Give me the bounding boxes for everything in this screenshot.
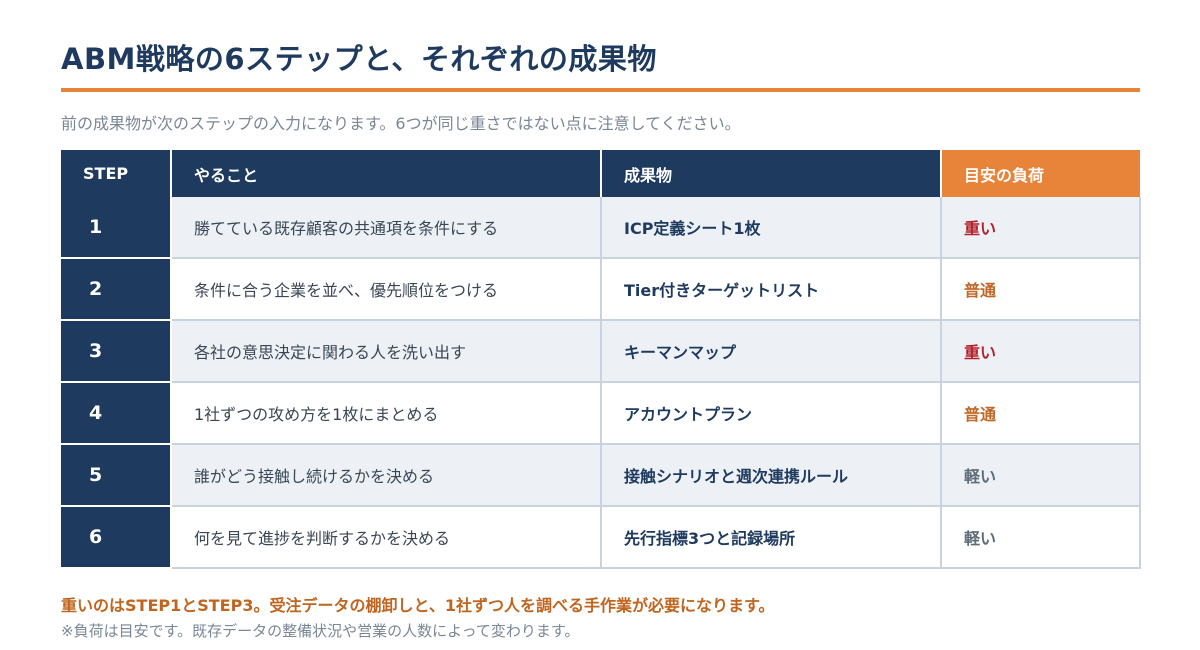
table-header-row: STEP やること 成果物 目安の負荷 [61, 150, 1140, 197]
step-load: 軽い [941, 444, 1141, 507]
step-output: 先行指標3つと記録場所 [601, 506, 942, 569]
step-task: 誰がどう接触し続けるかを決める [171, 444, 602, 507]
title-underline [61, 88, 1140, 92]
step-task: 勝てている既存顧客の共通項を条件にする [171, 197, 602, 259]
table-row: 4 1社ずつの攻め方を1枚にまとめる アカウントプラン 普通 [61, 382, 1141, 445]
step-number: 5 [61, 444, 172, 507]
steps-table: STEP やること 成果物 目安の負荷 1 勝てている既存顧客の共通項を条件にす… [61, 150, 1141, 569]
step-task: 条件に合う企業を並べ、優先順位をつける [171, 258, 602, 321]
step-number: 6 [61, 506, 172, 569]
step-output: ICP定義シート1枚 [601, 197, 942, 259]
header-step: STEP [61, 150, 172, 197]
header-output: 成果物 [601, 150, 942, 197]
step-number: 1 [61, 197, 172, 259]
page-title: ABM戦略の6ステップと、それぞれの成果物 [61, 42, 657, 76]
table-row: 3 各社の意思決定に関わる人を洗い出す キーマンマップ 重い [61, 320, 1141, 383]
header-task: やること [171, 150, 602, 197]
step-load: 普通 [941, 258, 1141, 321]
table-row: 2 条件に合う企業を並べ、優先順位をつける Tier付きターゲットリスト 普通 [61, 258, 1141, 321]
step-task: 1社ずつの攻め方を1枚にまとめる [171, 382, 602, 445]
step-load: 重い [941, 197, 1141, 259]
step-number: 4 [61, 382, 172, 445]
step-load: 普通 [941, 382, 1141, 445]
step-load: 重い [941, 320, 1141, 383]
step-output: Tier付きターゲットリスト [601, 258, 942, 321]
step-task: 何を見て進捗を判断するかを決める [171, 506, 602, 569]
step-number: 2 [61, 258, 172, 321]
step-output: アカウントプラン [601, 382, 942, 445]
table-row: 5 誰がどう接触し続けるかを決める 接触シナリオと週次連携ルール 軽い [61, 444, 1141, 507]
step-task: 各社の意思決定に関わる人を洗い出す [171, 320, 602, 383]
header-load: 目安の負荷 [941, 150, 1140, 197]
step-output: 接触シナリオと週次連携ルール [601, 444, 942, 507]
step-load: 軽い [941, 506, 1141, 569]
emphasis-note: 重いのはSTEP1とSTEP3。受注データの棚卸しと、1社ずつ人を調べる手作業が… [61, 596, 775, 615]
table-row: 1 勝てている既存顧客の共通項を条件にする ICP定義シート1枚 重い [61, 197, 1141, 259]
step-number: 3 [61, 320, 172, 383]
table-row: 6 何を見て進捗を判断するかを決める 先行指標3つと記録場所 軽い [61, 506, 1141, 569]
footnote: ※負荷は目安です。既存データの整備状況や営業の人数によって変わります。 [61, 622, 580, 640]
page-subtitle: 前の成果物が次のステップの入力になります。6つが同じ重さではない点に注意してくだ… [61, 114, 741, 133]
step-output: キーマンマップ [601, 320, 942, 383]
